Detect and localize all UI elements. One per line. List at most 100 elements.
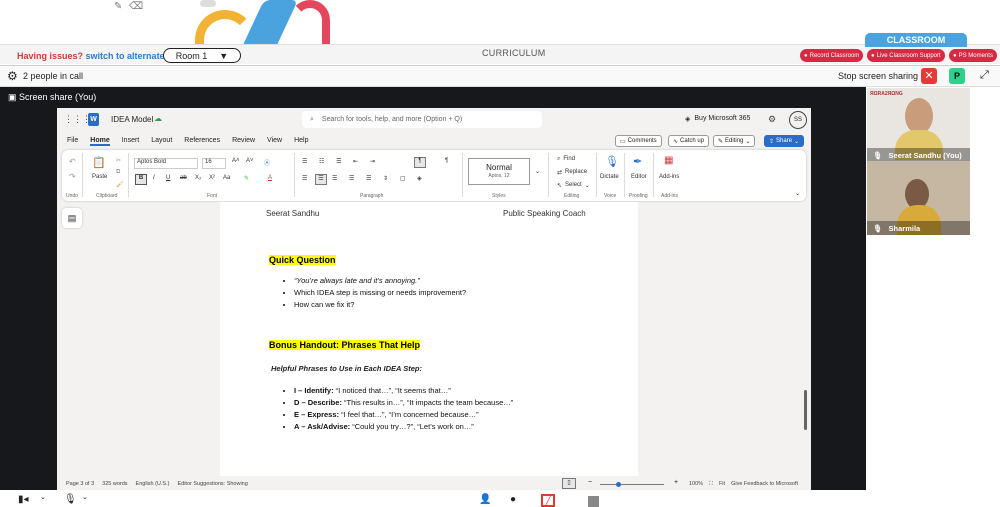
editing-mode-button[interactable]: ✎ Editing ⌄ xyxy=(713,135,756,147)
zoom-slider[interactable] xyxy=(600,484,664,485)
ribbon-collapse-icon[interactable]: ⌄ xyxy=(795,190,800,197)
participant-tile-sharmila[interactable]: 🎙 Sharmila xyxy=(867,161,970,235)
clear-format-icon[interactable]: Ⓐ xyxy=(264,158,270,167)
tab-view[interactable]: View xyxy=(267,137,282,146)
paste-icon[interactable]: 📋 xyxy=(92,156,106,169)
find-button[interactable]: ⌕ Find xyxy=(557,156,575,163)
italic-button[interactable]: I xyxy=(153,175,155,181)
shrink-font-icon[interactable]: A˅ xyxy=(246,158,254,164)
copy-icon[interactable]: ⧉ xyxy=(116,169,120,176)
align-center-button[interactable]: ☰ xyxy=(315,174,327,185)
undo-icon[interactable]: ↶ xyxy=(69,157,76,166)
zoom-slider-thumb[interactable] xyxy=(616,482,621,487)
fit-label[interactable]: Fit xyxy=(719,481,725,488)
superscript-button[interactable]: X² xyxy=(209,175,215,181)
whiteboard-icon[interactable] xyxy=(588,496,599,507)
bonus-heading: Bonus Handout: Phrases That Help xyxy=(269,340,421,350)
close-share-button[interactable]: ✕ xyxy=(921,68,937,84)
ps-moments-button[interactable]: ● PS Moments xyxy=(949,49,997,62)
align-left-icon[interactable]: ☰ xyxy=(302,175,307,182)
toggle-switch[interactable] xyxy=(200,0,216,7)
font-size-select[interactable]: 16 xyxy=(202,158,226,169)
comments-button[interactable]: ▭ Comments xyxy=(615,135,662,147)
gear-icon[interactable]: ⚙ xyxy=(7,69,18,83)
navigation-pane-icon[interactable]: ▤ xyxy=(62,208,82,228)
expand-icon[interactable]: ⤢ xyxy=(980,69,989,82)
catch-up-button[interactable]: ∿ Catch up xyxy=(668,135,710,147)
record-classroom-button[interactable]: ● Record Classroom xyxy=(800,49,864,62)
feedback-link[interactable]: Give Feedback to Microsoft xyxy=(731,481,798,488)
live-support-button[interactable]: ● Live Classroom Support xyxy=(867,49,945,62)
zoom-in-icon[interactable]: + xyxy=(674,479,678,486)
grow-font-icon[interactable]: A˄ xyxy=(232,158,240,164)
dictate-label[interactable]: Dictate xyxy=(600,174,619,180)
fit-icon[interactable]: ⛶ xyxy=(709,481,713,488)
redo-icon[interactable]: ↷ xyxy=(69,172,76,181)
eraser-icon[interactable]: ⌫ xyxy=(129,1,143,12)
chevron-down-icon[interactable]: ⌄ xyxy=(40,493,46,501)
list-buttons[interactable]: ☰ ☷ ☰ ⇤ ⇥ xyxy=(302,158,380,165)
chevron-down-icon: ⌄ xyxy=(794,138,800,145)
paragraph-tools[interactable]: ☰ ☰ ☰ ⇕ ▢ ◈ xyxy=(332,175,427,182)
editor-label[interactable]: Editor xyxy=(631,174,647,180)
bold-button[interactable]: B xyxy=(135,174,147,185)
zoom-level[interactable]: 100% xyxy=(689,481,703,488)
select-button[interactable]: ↖ Select ⌄ xyxy=(557,182,590,189)
stop-screen-sharing-label[interactable]: Stop screen sharing xyxy=(838,71,918,81)
editor-icon[interactable]: ✒ xyxy=(633,155,642,168)
paste-label[interactable]: Paste xyxy=(92,174,107,180)
participants-icon[interactable]: 👤 xyxy=(479,494,491,505)
microphone-icon[interactable]: 🎙 xyxy=(64,494,77,505)
app-launcher-icon[interactable]: ⋮⋮⋮ xyxy=(64,114,91,125)
styles-chevron-icon[interactable]: ⌄ xyxy=(535,168,540,175)
style-normal-card[interactable]: Normal Aptos, 12 xyxy=(468,158,530,185)
scrollbar-thumb[interactable] xyxy=(804,390,807,430)
p-button[interactable]: P xyxy=(949,68,965,84)
format-painter-icon[interactable]: 🖌 xyxy=(116,181,124,188)
avatar[interactable]: SS xyxy=(789,111,807,129)
tab-insert[interactable]: Insert xyxy=(122,137,140,146)
pilcrow-icon[interactable]: ¶ xyxy=(445,158,448,164)
doc-name[interactable]: IDEA Model xyxy=(111,115,153,124)
strikethrough-button[interactable]: ab xyxy=(180,175,187,181)
underline-button[interactable]: U xyxy=(166,175,170,181)
microphone-icon[interactable]: 🎙 xyxy=(605,155,619,168)
replace-button[interactable]: ⇄ Replace xyxy=(557,169,587,176)
classroom-tab[interactable]: CLASSROOM xyxy=(865,33,967,47)
highlight-icon[interactable]: ✎ xyxy=(244,175,249,182)
tab-layout[interactable]: Layout xyxy=(151,137,172,146)
tab-review[interactable]: Review xyxy=(232,137,255,146)
change-case-icon[interactable]: Aa xyxy=(223,175,230,181)
subscript-button[interactable]: X₂ xyxy=(195,175,201,181)
font-color-icon[interactable]: A xyxy=(268,175,272,181)
share-button[interactable]: ⇪ Share ⌄ xyxy=(764,135,805,147)
add-ins-icon[interactable]: ▦ xyxy=(664,155,673,166)
chevron-down-icon[interactable]: ⌄ xyxy=(82,493,88,501)
addins-group-label: Add-ins xyxy=(661,193,678,199)
stop-share-icon[interactable]: ╱ xyxy=(541,494,555,507)
language[interactable]: English (U.S.) xyxy=(136,481,170,487)
word-count[interactable]: 325 words xyxy=(102,481,127,487)
curriculum-label[interactable]: CURRICULUM xyxy=(482,48,546,58)
editor-suggestions[interactable]: Editor Suggestions: Showing xyxy=(177,481,247,487)
tab-file[interactable]: File xyxy=(67,137,78,146)
tab-help[interactable]: Help xyxy=(294,137,308,146)
room-select[interactable]: Room 1 ▼ xyxy=(163,48,241,63)
star-icon: ● xyxy=(953,52,957,59)
add-ins-label[interactable]: Add-ins xyxy=(659,174,679,180)
show-formatting-button[interactable]: ¶ xyxy=(414,157,426,168)
settings-icon[interactable]: ⚙ xyxy=(768,114,776,125)
chat-icon[interactable]: ● xyxy=(510,494,516,505)
cut-icon[interactable]: ✂ xyxy=(116,157,121,164)
buy-m365-link[interactable]: ◈ Buy Microsoft 365 xyxy=(685,115,750,123)
zoom-out-icon[interactable]: − xyxy=(588,479,592,486)
pencil-icon[interactable]: ✎ xyxy=(114,1,122,12)
camera-icon[interactable]: ▮◂ xyxy=(18,494,29,505)
tab-home[interactable]: Home xyxy=(90,137,110,146)
search-input[interactable]: ⌕ Search for tools, help, and more (Optio… xyxy=(302,111,542,128)
page-indicator[interactable]: Page 3 of 3 xyxy=(66,481,94,487)
page-view-icon[interactable]: ▯ xyxy=(562,478,576,489)
participant-tile-seerat[interactable]: ЯΩRA2ЯΩNG 🎙 Seerat Sandhu (You) xyxy=(867,88,970,162)
tab-references[interactable]: References xyxy=(184,137,220,146)
font-name-select[interactable]: Aptos Bold xyxy=(134,158,198,169)
